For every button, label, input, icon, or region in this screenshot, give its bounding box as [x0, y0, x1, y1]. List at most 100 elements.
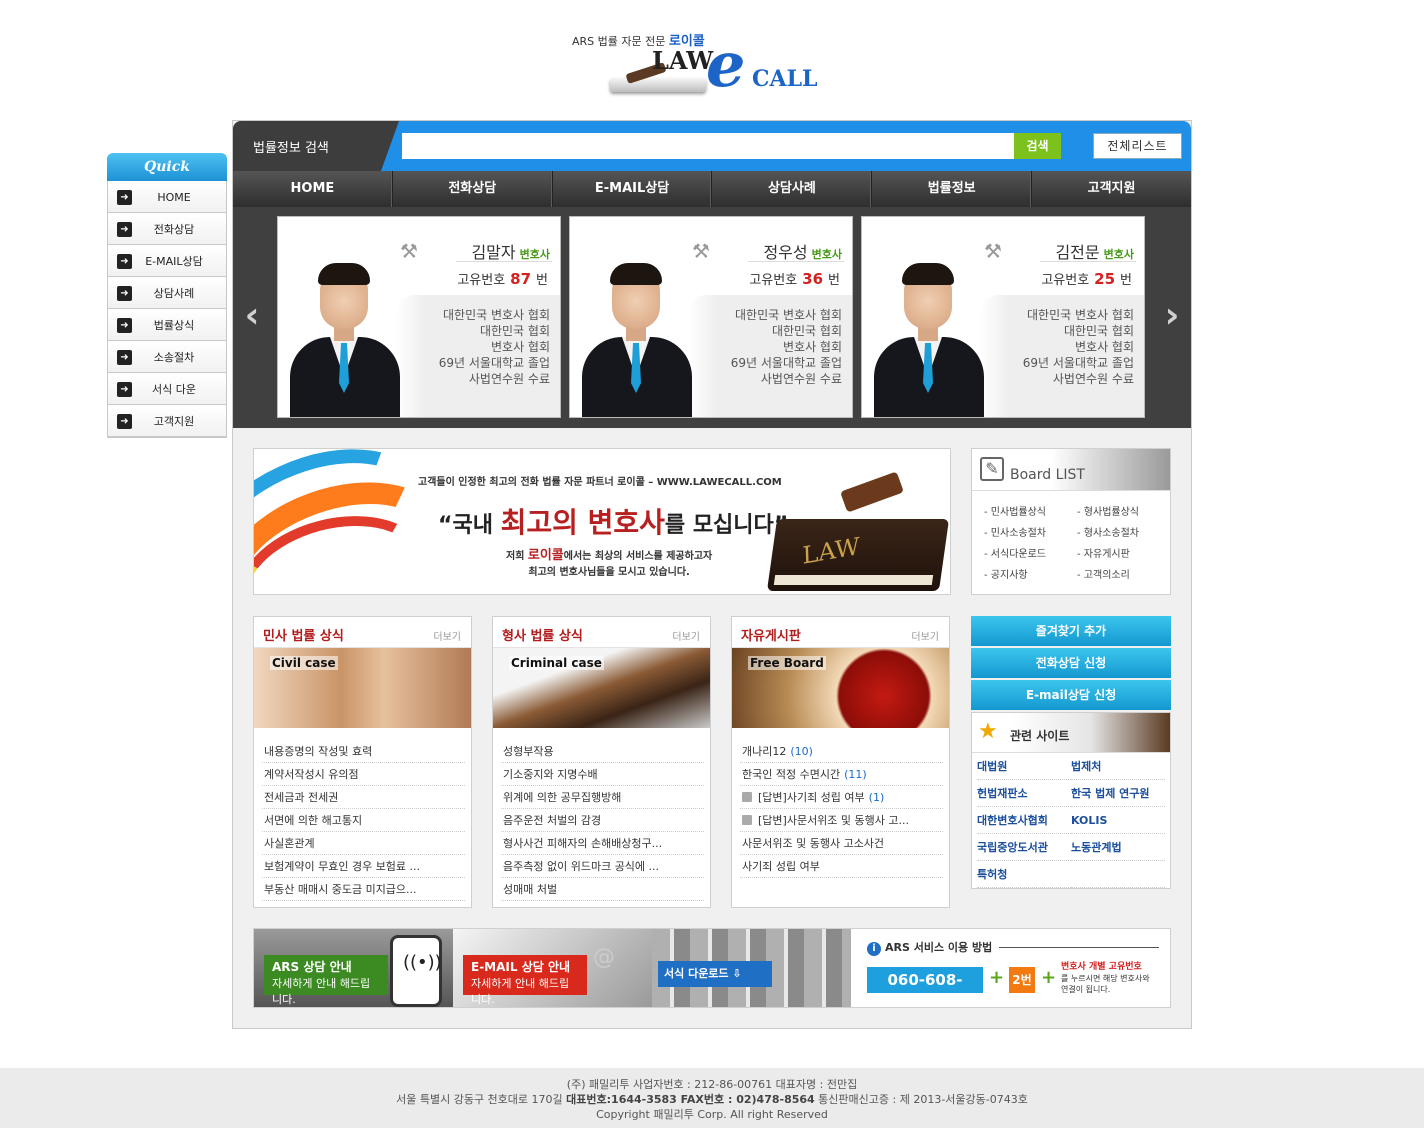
reply-icon [742, 815, 752, 825]
quick-item-forms[interactable]: ➜ 서식 다운 [108, 373, 226, 405]
quick-item-procedure[interactable]: ➜ 소송절차 [108, 341, 226, 373]
list-item[interactable]: [답변]사문서위조 및 동행사 고... [740, 809, 943, 832]
lawyer-card[interactable]: ⚒ 김말자 변호사 고유번호 87 번 대한민국 변호사 협회 대한민국 협회 변호사 협… [277, 216, 561, 418]
board-link[interactable]: - 자유게시판 [1077, 545, 1170, 560]
carousel-prev-icon[interactable]: ‹ [237, 295, 267, 336]
lawyer-photo [582, 263, 692, 417]
board-link[interactable]: - 민사소송절차 [984, 524, 1077, 539]
nav-email[interactable]: E-MAIL상담 [553, 171, 713, 207]
related-site-link[interactable]: 국립중앙도서관 [977, 834, 1071, 861]
lawyer-card[interactable]: ⚒ 정우성 변호사 고유번호 36 번 대한민국 변호사 협회 대한민국 협회 변호사 협… [569, 216, 853, 418]
list-item[interactable]: 부동산 매매시 중도금 미지급으... [262, 878, 465, 901]
criminal-law-panel: 형사 법률 상식 더보기 Criminal case 성형부작용 기소중지와 지명… [492, 616, 711, 908]
list-item[interactable]: 사실혼관계 [262, 832, 465, 855]
info-icon: i [867, 942, 881, 956]
side-panel: 즐겨찾기 추가 전화상담 신청 E-mail상담 신청 ★ 관련 사이트 대법원 … [971, 616, 1171, 889]
quick-item-phone[interactable]: ➜ 전화상담 [108, 213, 226, 245]
list-item[interactable]: 서면에 의한 해고통지 [262, 809, 465, 832]
nav-support[interactable]: 고객지원 [1032, 171, 1191, 207]
list-item[interactable]: 사기죄 성립 여부 [740, 855, 943, 878]
site-logo[interactable]: ARS 법률 자문 전문 로이콜 LAW e CALL [566, 26, 826, 106]
phone-consult-button[interactable]: 전화상담 신청 [971, 648, 1171, 678]
list-item[interactable]: 성매매 처벌 [501, 878, 704, 901]
logo-law: LAW [652, 46, 714, 75]
list-item[interactable]: 전세금과 전세권 [262, 786, 465, 809]
list-item[interactable]: 음주운전 처벌의 감경 [501, 809, 704, 832]
email-consult-button[interactable]: E-mail상담 신청 [971, 680, 1171, 710]
search-input[interactable] [402, 133, 1014, 159]
nav-phone[interactable]: 전화상담 [393, 171, 553, 207]
related-site-link[interactable]: 헌법재판소 [977, 780, 1071, 807]
ars-usage-guide: i ARS 서비스 이용 방법 060-608-3000 + 2번 + 변호사 개… [851, 929, 1170, 1007]
board-link[interactable]: - 형사법률상식 [1077, 503, 1170, 518]
arrow-right-icon: ➜ [117, 253, 132, 269]
more-link[interactable]: 더보기 [672, 628, 700, 643]
bottom-banners: ARS 상담 안내 자세하게 안내 해드립니다. ((•)) E-MAIL 상담 … [253, 928, 1171, 1008]
at-icon: @ [593, 945, 615, 970]
more-link[interactable]: 더보기 [433, 628, 461, 643]
related-site-link [1071, 861, 1165, 888]
related-site-link[interactable]: 노동관계법 [1071, 834, 1165, 861]
email-guide-banner[interactable]: E-MAIL 상담 안내 자세하게 안내 해드립니다. @ [453, 929, 652, 1007]
list-item[interactable]: 보험계약이 무효인 경우 보험료 ... [262, 855, 465, 878]
list-item[interactable]: 사문서위조 및 동행사 고소사건 [740, 832, 943, 855]
arrow-right-icon: ➜ [117, 221, 132, 237]
main-nav: HOME 전화상담 E-MAIL상담 상담사례 법률정보 고객지원 [233, 171, 1191, 207]
board-link[interactable]: - 형사소송절차 [1077, 524, 1170, 539]
star-icon: ★ [978, 719, 998, 744]
quick-item-legal[interactable]: ➜ 법률상식 [108, 309, 226, 341]
related-site-link[interactable]: KOLIS [1071, 807, 1165, 834]
list-item[interactable]: 위계에 의한 공무집행방해 [501, 786, 704, 809]
footer-address: 서울 특별시 강동구 천호대로 170길 대표번호:1644-3583 FAX번… [396, 1093, 1028, 1106]
board-link[interactable]: - 공지사항 [984, 566, 1077, 581]
board-list-title: Board LIST [1010, 467, 1085, 483]
ars-description: 변호사 개별 고유번호 를 누르시면 해당 변호사와 연결이 됩니다. [1061, 962, 1150, 994]
nav-cases[interactable]: 상담사례 [712, 171, 873, 207]
related-site-link[interactable]: 대법원 [977, 753, 1071, 780]
search-button[interactable]: 검색 [1014, 133, 1061, 159]
related-sites: ★ 관련 사이트 대법원 법제처 헌법재판소 한국 법제 연구원 대한변호사협회 … [971, 712, 1171, 889]
board-link[interactable]: - 고객의소리 [1077, 566, 1170, 581]
list-item[interactable]: 내용증명의 작성및 효력 [262, 740, 465, 763]
ars-guide-banner[interactable]: ARS 상담 안내 자세하게 안내 해드립니다. ((•)) [254, 929, 453, 1007]
nav-home[interactable]: HOME [233, 171, 393, 207]
board-link[interactable]: - 민사법률상식 [984, 503, 1077, 518]
book-graphic [610, 78, 706, 92]
more-link[interactable]: 더보기 [911, 628, 939, 643]
step-two-badge: 2번 [1009, 967, 1035, 993]
lawyer-id: 고유번호 36 번 [749, 270, 840, 288]
list-item[interactable]: 한국인 적정 수면시간 (11) [740, 763, 943, 786]
list-item[interactable]: [답변]사기죄 성립 여부 (1) [740, 786, 943, 809]
list-item[interactable]: 음주측정 없이 위드마크 공식에 ... [501, 855, 704, 878]
list-item[interactable]: 개나리12 (10) [740, 740, 943, 763]
law-book-graphic: LAW [766, 519, 950, 591]
list-item[interactable]: 기소중지와 지명수배 [501, 763, 704, 786]
related-site-link[interactable]: 한국 법제 연구원 [1071, 780, 1165, 807]
panel-title: 민사 법률 상식 [263, 629, 344, 644]
quick-item-cases[interactable]: ➜ 상담사례 [108, 277, 226, 309]
quick-item-home[interactable]: ➜ HOME [108, 181, 226, 213]
bookmark-button[interactable]: 즐겨찾기 추가 [971, 616, 1171, 646]
related-site-link[interactable]: 대한변호사협회 [977, 807, 1071, 834]
lawyer-photo [874, 263, 984, 417]
banner-headline: “국내 최고의 변호사를 모십니다” [438, 506, 789, 539]
quick-item-email[interactable]: ➜ E-MAIL상담 [108, 245, 226, 277]
board-link[interactable]: - 서식다운로드 [984, 545, 1077, 560]
all-list-button[interactable]: 전체리스트 [1093, 133, 1182, 159]
quick-item-support[interactable]: ➜ 고객지원 [108, 405, 226, 437]
list-item[interactable]: 계약서작성시 유의점 [262, 763, 465, 786]
related-site-link[interactable]: 특허청 [977, 861, 1071, 888]
nav-legal-info[interactable]: 법률정보 [872, 171, 1033, 207]
related-sites-title: 관련 사이트 [1010, 729, 1070, 743]
lawyer-card[interactable]: ⚒ 김전문 변호사 고유번호 25 번 대한민국 변호사 협회 대한민국 협회 변호사 협… [861, 216, 1145, 418]
ars-guide-title: i ARS 서비스 이용 방법 [867, 939, 992, 956]
lawyer-name: 정우성 변호사 [763, 243, 842, 262]
quick-menu-title: Quick [107, 153, 227, 181]
form-download-banner[interactable]: 서식 다운로드 ⇩ [652, 929, 851, 1007]
list-item[interactable]: 형사사건 피해자의 손해배상청구... [501, 832, 704, 855]
list-item[interactable]: 성형부작용 [501, 740, 704, 763]
carousel-next-icon[interactable]: › [1157, 295, 1187, 336]
logo-e: e [706, 28, 746, 101]
recruit-banner[interactable]: 고객들이 인정한 최고의 전화 법률 자문 파트너 로이콜 – WWW.LAWE… [253, 448, 951, 595]
related-site-link[interactable]: 법제처 [1071, 753, 1165, 780]
